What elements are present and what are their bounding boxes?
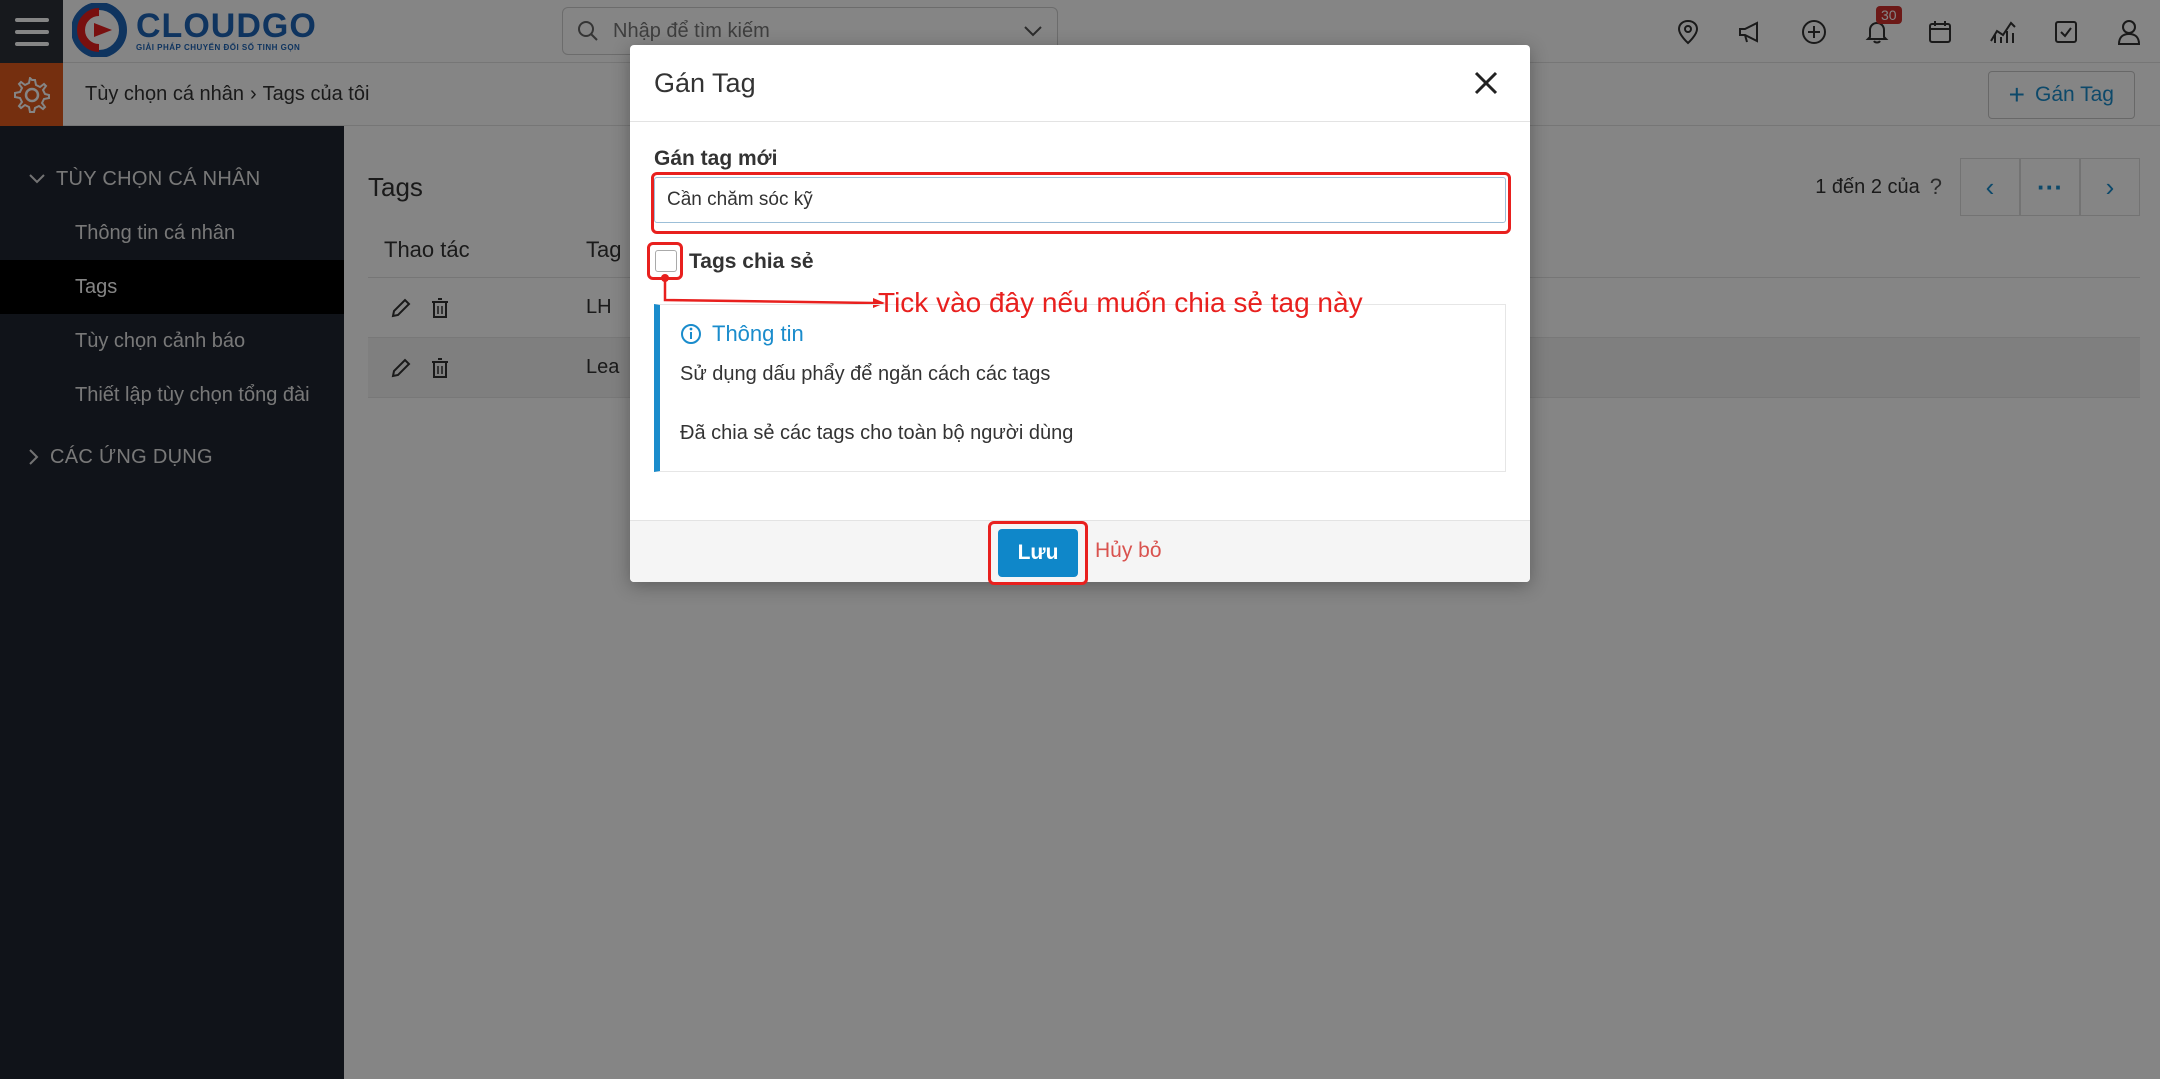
info-text: Đã chia sẻ các tags cho toàn bộ người dù…: [680, 422, 1074, 444]
share-tags-label[interactable]: Tags chia sẻ: [689, 250, 814, 274]
cancel-button[interactable]: Hủy bỏ: [1095, 539, 1162, 563]
dialog-body: Gán tag mới Tags chia sẻ Thông tin Sử dụ…: [630, 122, 1530, 520]
info-text: Sử dụng dấu phẩy để ngăn cách các tags: [680, 363, 1051, 385]
annotation-text: Tick vào đây nếu muốn chia sẻ tag này: [878, 287, 1363, 318]
assign-tag-dialog: Gán Tag Gán tag mới Tags chia sẻ Thông t…: [630, 45, 1530, 585]
new-tag-label: Gán tag mới: [654, 147, 778, 170]
dialog-header: Gán Tag: [630, 45, 1530, 122]
dialog-title: Gán Tag: [654, 67, 756, 98]
close-icon: [1474, 71, 1498, 95]
input-highlight-box: [651, 172, 1511, 234]
save-button[interactable]: Lưu: [998, 529, 1078, 577]
info-panel: Thông tin Sử dụng dấu phẩy để ngăn cách …: [654, 304, 1506, 472]
close-button[interactable]: [1466, 63, 1506, 103]
info-title: Thông tin: [680, 321, 804, 347]
info-icon: [681, 324, 701, 344]
checkbox-highlight-box: [647, 242, 683, 280]
dialog-footer: Lưu Hủy bỏ: [630, 520, 1530, 585]
